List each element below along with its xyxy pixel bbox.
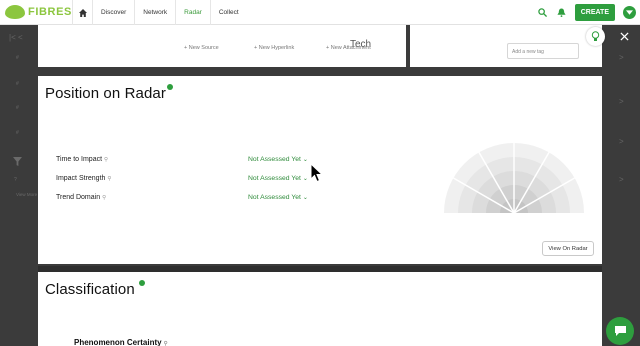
next-icon: > [619, 53, 624, 62]
bg-sidebar-item: # [16, 105, 19, 111]
pin-icon: ⚲ [102, 195, 107, 201]
view-on-radar-button[interactable]: View On Radar [542, 241, 594, 256]
bg-sidebar-item: # [16, 130, 19, 136]
chevron-down-icon: ⌄ [302, 176, 308, 182]
impact-strength-label: Impact Strength ⚲ [56, 175, 112, 182]
bg-sidebar-item: # [16, 81, 19, 87]
attachments-panel: + New Source + New Hyperlink Tech + New … [38, 25, 406, 67]
create-button[interactable]: CREATE [574, 4, 615, 21]
nav-radar[interactable]: Radar [175, 0, 210, 25]
time-to-impact-label: Time to Impact ⚲ [56, 156, 109, 163]
trend-domain-dropdown[interactable]: Not Assessed Yet ⌄ [248, 194, 308, 201]
next-icon: > [619, 175, 624, 184]
logo-text: FIBRES [28, 6, 72, 18]
tags-panel: Add a new tag [410, 25, 602, 67]
logo-mark-icon [5, 5, 25, 19]
next-icon: > [619, 137, 624, 146]
chevron-down-icon: ⌄ [302, 195, 308, 201]
classification-panel: Classification Phenomenon Certainty ⚲ [38, 272, 602, 346]
radar-preview [444, 143, 584, 213]
collapse-icon: |< < [9, 33, 23, 42]
info-icon[interactable] [139, 280, 145, 286]
search-icon[interactable] [537, 7, 548, 18]
info-icon[interactable] [167, 84, 173, 90]
background-sidebar: |< < # # # # ? View More [0, 25, 38, 346]
section-title: Position on Radar [45, 85, 166, 102]
nav-discover[interactable]: Discover [92, 0, 134, 25]
new-source-button[interactable]: + New Source [184, 45, 219, 51]
filter-icon [13, 153, 22, 171]
add-tag-input[interactable]: Add a new tag [507, 43, 579, 59]
main-nav: Discover Network Radar Collect [72, 0, 247, 25]
time-to-impact-dropdown[interactable]: Not Assessed Yet ⌄ [248, 156, 308, 163]
new-hyperlink-button[interactable]: + New Hyperlink [254, 45, 294, 51]
logo[interactable]: FIBRES [5, 3, 72, 21]
lightbulb-icon[interactable] [586, 27, 605, 46]
pin-icon: ⚲ [107, 176, 112, 182]
chevron-down-icon: ⌄ [302, 157, 308, 163]
background-right-controls: > > > > [602, 25, 640, 346]
close-icon[interactable] [617, 29, 632, 44]
nav-collect[interactable]: Collect [209, 0, 247, 25]
home-icon[interactable] [72, 0, 92, 25]
nav-network[interactable]: Network [134, 0, 175, 25]
bell-icon[interactable] [556, 7, 567, 18]
top-actions: CREATE [537, 3, 636, 22]
top-navigation: FIBRES Discover Network Radar Collect CR… [0, 0, 640, 25]
next-icon: > [619, 97, 624, 106]
bg-sidebar-item: # [16, 55, 19, 61]
impact-strength-dropdown[interactable]: Not Assessed Yet ⌄ [248, 175, 308, 182]
phenomenon-certainty-label: Phenomenon Certainty ⚲ [74, 338, 168, 346]
user-menu-chevron-icon[interactable] [623, 6, 636, 19]
pin-icon: ⚲ [163, 341, 168, 346]
new-attachment-button[interactable]: + New Attachment [326, 45, 371, 51]
pin-icon: ⚲ [104, 157, 109, 163]
section-title: Classification [45, 281, 135, 298]
mouse-cursor-icon [310, 163, 324, 183]
trend-domain-label: Trend Domain ⚲ [56, 194, 107, 201]
bg-sidebar-item: ? [14, 177, 17, 183]
chat-icon[interactable] [606, 317, 634, 345]
bg-side-label: View More [16, 192, 38, 197]
